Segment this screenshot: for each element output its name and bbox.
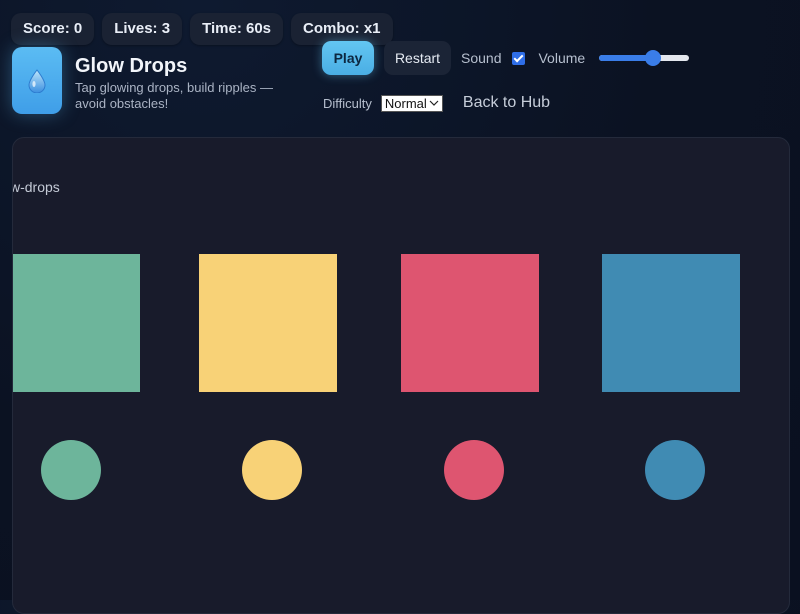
score-chip: Score: 0 xyxy=(11,13,95,45)
water-drop-icon xyxy=(28,68,46,93)
time-text: Time: 60s xyxy=(202,20,272,37)
difficulty-value: Normal xyxy=(384,95,427,111)
drop-circle-yellow[interactable] xyxy=(242,440,302,500)
chevron-down-icon xyxy=(429,100,439,106)
drop-circle-red[interactable] xyxy=(444,440,504,500)
volume-slider[interactable] xyxy=(599,50,690,66)
title-block: Glow Drops Tap glowing drops, build ripp… xyxy=(75,54,300,112)
sound-checkbox[interactable] xyxy=(512,51,526,65)
volume-label: Volume xyxy=(538,50,586,66)
controls-row-secondary: Difficulty Normal Back to Hub xyxy=(323,94,550,112)
score-text: Score: 0 xyxy=(23,20,83,37)
time-chip: Time: 60s xyxy=(190,13,284,45)
canvas-label: w-drops xyxy=(12,179,60,195)
color-square-green[interactable] xyxy=(13,254,140,392)
lives-chip: Lives: 3 xyxy=(102,13,183,45)
difficulty-label: Difficulty xyxy=(323,95,372,111)
game-subtitle: Tap glowing drops, build ripples — avoid… xyxy=(75,80,273,111)
combo-text: Combo: x1 xyxy=(303,20,381,37)
drop-circle-green[interactable] xyxy=(41,440,101,500)
app-icon xyxy=(12,47,62,114)
restart-button[interactable]: Restart xyxy=(384,41,451,75)
game-canvas[interactable]: w-drops xyxy=(12,137,790,614)
game-header: Glow Drops Tap glowing drops, build ripp… xyxy=(12,47,300,114)
game-title: Glow Drops xyxy=(75,55,188,77)
controls-row-primary: Play Restart Sound Volume xyxy=(322,41,690,75)
color-square-blue[interactable] xyxy=(602,254,740,392)
lives-text: Lives: 3 xyxy=(114,20,171,37)
volume-slider-thumb[interactable] xyxy=(645,50,662,66)
color-square-red[interactable] xyxy=(401,254,539,392)
sound-label: Sound xyxy=(461,50,502,66)
play-button[interactable]: Play xyxy=(322,41,374,75)
difficulty-select[interactable]: Normal xyxy=(380,94,443,112)
drop-circle-blue[interactable] xyxy=(645,440,705,500)
color-square-yellow[interactable] xyxy=(199,254,337,392)
back-to-hub-link[interactable]: Back to Hub xyxy=(463,94,550,112)
